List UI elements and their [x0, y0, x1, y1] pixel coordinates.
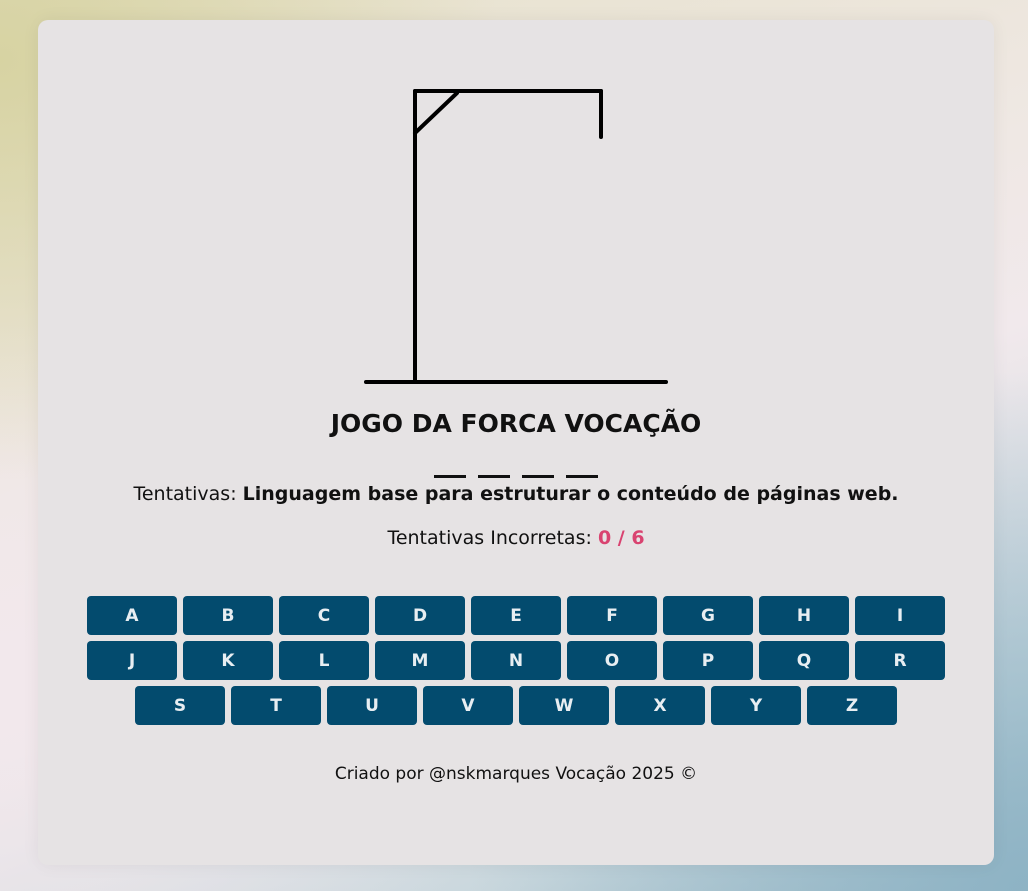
letter-button-b[interactable]: B	[183, 596, 273, 635]
gallows-drawing	[364, 89, 668, 384]
letter-button-h[interactable]: H	[759, 596, 849, 635]
letter-button-a[interactable]: A	[87, 596, 177, 635]
letter-button-v[interactable]: V	[423, 686, 513, 725]
keyboard-row: A B C D E F G H I	[86, 596, 946, 635]
letter-button-u[interactable]: U	[327, 686, 417, 725]
letter-button-m[interactable]: M	[375, 641, 465, 680]
incorrect-label: Tentativas Incorretas:	[387, 527, 592, 549]
letter-button-l[interactable]: L	[279, 641, 369, 680]
letter-button-k[interactable]: K	[183, 641, 273, 680]
letter-keyboard: A B C D E F G H I J K L M N O P Q R S T …	[86, 596, 946, 731]
hint-text: Tentativas: Linguagem base para estrutur…	[38, 483, 994, 505]
letter-button-s[interactable]: S	[135, 686, 225, 725]
keyboard-row: S T U V W X Y Z	[86, 686, 946, 725]
hint-value: Linguagem base para estruturar o conteúd…	[242, 483, 899, 505]
letter-slot	[522, 468, 554, 478]
letter-slot	[434, 468, 466, 478]
letter-button-x[interactable]: X	[615, 686, 705, 725]
letter-button-r[interactable]: R	[855, 641, 945, 680]
letter-button-g[interactable]: G	[663, 596, 753, 635]
letter-button-p[interactable]: P	[663, 641, 753, 680]
letter-button-z[interactable]: Z	[807, 686, 897, 725]
keyboard-row: J K L M N O P Q R	[86, 641, 946, 680]
gallows-brace	[413, 91, 459, 135]
letter-button-y[interactable]: Y	[711, 686, 801, 725]
incorrect-count: 0 / 6	[597, 527, 645, 549]
letter-slot	[566, 468, 598, 478]
footer-credit: Criado por @nskmarques Vocação 2025 ©	[334, 764, 698, 784]
hint-label: Tentativas:	[133, 483, 237, 505]
incorrect-guesses: Tentativas Incorretas: 0 / 6	[38, 527, 994, 549]
letter-button-t[interactable]: T	[231, 686, 321, 725]
letter-button-c[interactable]: C	[279, 596, 369, 635]
letter-button-d[interactable]: D	[375, 596, 465, 635]
letter-button-i[interactable]: I	[855, 596, 945, 635]
game-card: JOGO DA FORCA VOCAÇÃO Tentativas: Lingua…	[38, 20, 994, 865]
letter-button-w[interactable]: W	[519, 686, 609, 725]
word-display	[38, 468, 994, 482]
letter-button-o[interactable]: O	[567, 641, 657, 680]
game-title: JOGO DA FORCA VOCAÇÃO	[330, 409, 702, 438]
letter-slot	[478, 468, 510, 478]
letter-button-e[interactable]: E	[471, 596, 561, 635]
letter-button-j[interactable]: J	[87, 641, 177, 680]
letter-button-n[interactable]: N	[471, 641, 561, 680]
letter-button-f[interactable]: F	[567, 596, 657, 635]
letter-button-q[interactable]: Q	[759, 641, 849, 680]
